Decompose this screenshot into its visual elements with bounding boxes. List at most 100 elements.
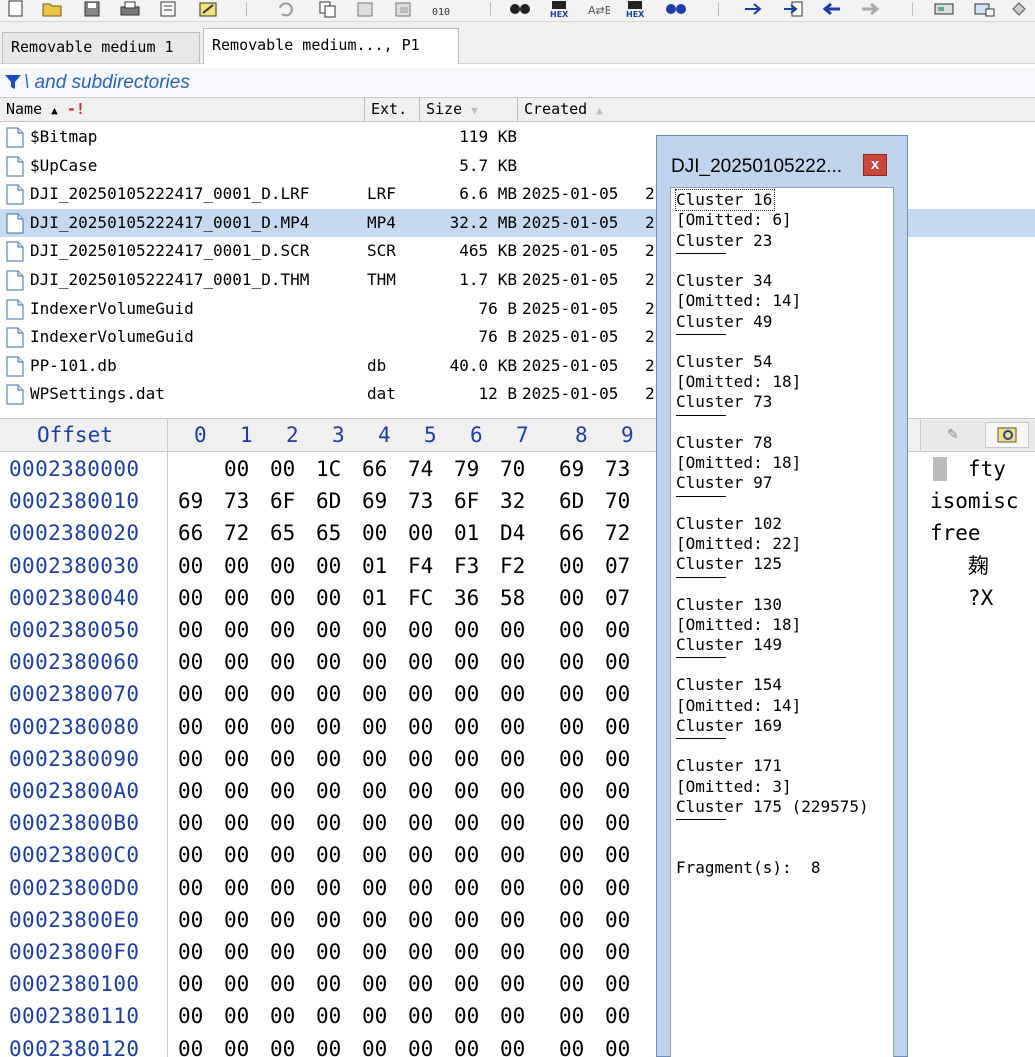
hex-byte[interactable]: F4 <box>408 550 440 582</box>
hex-byte[interactable]: 00 <box>408 646 440 678</box>
hex-byte[interactable]: 01 <box>362 582 394 614</box>
hex-byte[interactable]: 72 <box>605 517 637 549</box>
hex-byte[interactable]: 00 <box>605 646 637 678</box>
hex-byte[interactable]: 00 <box>408 775 440 807</box>
hex-byte[interactable]: 70 <box>500 453 532 485</box>
hex-byte[interactable]: 00 <box>408 839 440 871</box>
hex-byte[interactable]: 00 <box>454 1000 486 1032</box>
hex-byte[interactable]: 00 <box>270 453 302 485</box>
hex-byte[interactable]: 00 <box>316 1000 348 1032</box>
hex-byte[interactable]: 00 <box>224 807 256 839</box>
hex-byte[interactable]: 00 <box>559 968 591 1000</box>
hex-byte[interactable]: 00 <box>316 743 348 775</box>
hex-byte[interactable]: 00 <box>408 904 440 936</box>
hex-byte[interactable]: 00 <box>316 614 348 646</box>
hex-byte[interactable]: 66 <box>362 453 394 485</box>
hex-byte[interactable]: 00 <box>605 1033 637 1057</box>
hex-byte[interactable]: 66 <box>178 517 210 549</box>
hex-byte[interactable]: F2 <box>500 550 532 582</box>
hex-byte[interactable]: 00 <box>408 936 440 968</box>
hex-byte[interactable]: 65 <box>270 517 302 549</box>
hex-byte[interactable]: 00 <box>362 743 394 775</box>
hex-byte[interactable]: 00 <box>408 517 440 549</box>
hex-byte[interactable]: 00 <box>408 968 440 1000</box>
hex-byte[interactable]: 00 <box>316 807 348 839</box>
column-name[interactable]: Name ▲ -! <box>0 98 365 122</box>
hex-byte[interactable]: 00 <box>224 872 256 904</box>
hex-byte[interactable]: 00 <box>559 839 591 871</box>
hex-byte[interactable]: 00 <box>316 646 348 678</box>
hex-byte[interactable]: 00 <box>270 904 302 936</box>
hex-byte[interactable]: 00 <box>500 872 532 904</box>
hex-byte[interactable]: 00 <box>224 1000 256 1032</box>
hex-byte[interactable]: 00 <box>178 1033 210 1057</box>
hex-byte[interactable]: 00 <box>316 968 348 1000</box>
replace-hex-icon[interactable]: HEX <box>624 0 648 18</box>
hex-byte[interactable]: 00 <box>224 711 256 743</box>
hex-byte[interactable]: 00 <box>454 678 486 710</box>
hex-byte[interactable]: 00 <box>362 614 394 646</box>
hex-byte[interactable]: 00 <box>500 904 532 936</box>
forward-icon[interactable] <box>858 0 882 18</box>
hex-byte[interactable]: 00 <box>362 711 394 743</box>
hex-byte[interactable]: 00 <box>178 839 210 871</box>
hex-byte[interactable]: 00 <box>224 453 256 485</box>
hex-byte[interactable]: 73 <box>408 485 440 517</box>
hex-byte[interactable]: 00 <box>605 936 637 968</box>
hex-byte[interactable]: 69 <box>178 485 210 517</box>
hex-byte[interactable]: 00 <box>178 678 210 710</box>
open-folder-icon[interactable] <box>40 0 64 18</box>
filter-text[interactable]: \ and subdirectories <box>24 72 190 94</box>
paste-block-icon[interactable] <box>392 0 416 18</box>
hex-byte[interactable]: 00 <box>270 678 302 710</box>
hex-byte[interactable]: 00 <box>408 1000 440 1032</box>
hex-byte[interactable]: 00 <box>362 807 394 839</box>
hex-byte[interactable]: 73 <box>224 485 256 517</box>
hex-byte[interactable]: 00 <box>178 968 210 1000</box>
disk-icon[interactable] <box>932 0 956 18</box>
hex-byte[interactable]: 00 <box>408 678 440 710</box>
hex-byte[interactable]: 00 <box>454 711 486 743</box>
hex-byte[interactable]: 00 <box>500 1000 532 1032</box>
hex-byte[interactable]: 00 <box>362 646 394 678</box>
hex-byte[interactable]: 00 <box>559 550 591 582</box>
hex-byte[interactable]: 00 <box>559 936 591 968</box>
tab-removable-medium-p1[interactable]: Removable medium..., P1 <box>203 28 459 64</box>
hex-byte[interactable]: 00 <box>316 936 348 968</box>
hex-byte[interactable]: 70 <box>605 485 637 517</box>
binary-icon[interactable]: 010 <box>430 0 454 18</box>
hex-byte[interactable]: 65 <box>316 517 348 549</box>
hex-byte[interactable]: 00 <box>316 711 348 743</box>
hex-byte[interactable]: 00 <box>454 968 486 1000</box>
hex-byte[interactable]: 00 <box>178 1000 210 1032</box>
hex-byte[interactable]: 00 <box>500 968 532 1000</box>
hex-byte[interactable]: 00 <box>500 807 532 839</box>
hex-byte[interactable]: 00 <box>559 1033 591 1057</box>
hex-byte[interactable]: 00 <box>270 614 302 646</box>
hex-byte[interactable]: 00 <box>178 807 210 839</box>
hex-byte[interactable]: 00 <box>559 646 591 678</box>
hex-byte[interactable]: 00 <box>224 904 256 936</box>
hex-byte[interactable]: 00 <box>178 936 210 968</box>
hex-byte[interactable]: 00 <box>605 711 637 743</box>
hex-byte[interactable]: 00 <box>270 839 302 871</box>
replace-icon[interactable]: A⇄B <box>586 0 610 18</box>
hex-byte[interactable]: 00 <box>559 711 591 743</box>
hex-byte[interactable]: 00 <box>454 936 486 968</box>
edit-icon[interactable] <box>196 0 220 18</box>
options-icon[interactable] <box>1010 0 1034 18</box>
hex-byte[interactable]: 00 <box>316 904 348 936</box>
hex-byte[interactable]: 79 <box>454 453 486 485</box>
hex-byte[interactable]: 00 <box>316 839 348 871</box>
hex-byte[interactable]: 00 <box>559 904 591 936</box>
disk-view-icon[interactable] <box>972 0 996 18</box>
hex-byte[interactable]: FC <box>408 582 440 614</box>
hex-byte[interactable]: 00 <box>178 550 210 582</box>
hex-byte[interactable]: 6D <box>316 485 348 517</box>
hex-byte[interactable]: 00 <box>224 968 256 1000</box>
column-created[interactable]: Created ▲ <box>518 98 1035 122</box>
hex-byte[interactable]: 00 <box>362 936 394 968</box>
hex-byte[interactable]: 00 <box>178 582 210 614</box>
close-button[interactable]: x <box>863 154 887 176</box>
hex-byte[interactable]: 00 <box>224 582 256 614</box>
